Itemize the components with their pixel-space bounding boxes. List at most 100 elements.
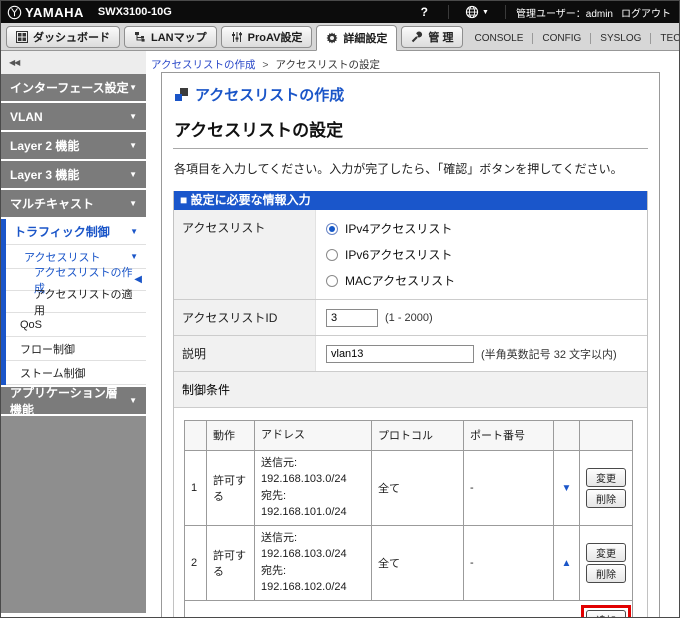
yamaha-logo-icon (7, 5, 22, 19)
sidebar-item-application-layer[interactable]: アプリケーション層機能 ▼ (1, 386, 146, 417)
breadcrumb-parent-link[interactable]: アクセスリストの作成 (151, 59, 255, 71)
sidebar-item-label: ストーム制御 (20, 367, 86, 380)
access-list-id-label: アクセスリストID (174, 300, 316, 335)
sidebar-group-label: Layer 3 機能 (10, 168, 80, 182)
breadcrumb-current: アクセスリストの設定 (275, 59, 380, 71)
conditions-section-label: 制御条件 (174, 372, 647, 408)
col-move (553, 420, 580, 451)
language-selector[interactable]: ▼ (455, 5, 499, 19)
globe-icon (465, 5, 479, 19)
col-protocol: プロトコル (371, 420, 464, 451)
sidebar-group-label: インターフェース設定 (10, 81, 129, 95)
section-heading: アクセスリストの作成 (175, 84, 648, 105)
settings-form: ■ 設定に必要な情報入力 アクセスリスト IPv4アクセスリスト IPv6アクセ… (173, 191, 648, 617)
radio-label: IPv4アクセスリスト (345, 222, 453, 236)
sidebar-item-multicast[interactable]: マルチキャスト ▼ (1, 190, 146, 217)
description-row: 説明 (半角英数記号 32 文字以内) (174, 336, 647, 372)
breadcrumb-separator: > (262, 59, 269, 71)
row-address-dst: 宛先: 192.168.101.0/24 (261, 489, 347, 519)
tab-dashboard-label: ダッシュボード (33, 32, 110, 44)
col-action: 動作 (206, 420, 255, 451)
move-down-button[interactable]: ▼ (562, 483, 572, 494)
sidebar-item-label: フロー制御 (20, 343, 75, 356)
sidebar-item-interface-settings[interactable]: インターフェース設定 ▼ (1, 74, 146, 101)
tab-advanced-settings[interactable]: 詳細設定 (316, 25, 398, 51)
delete-button[interactable]: 削除 (586, 563, 626, 583)
radio-unselected-icon[interactable] (326, 248, 338, 261)
table-header-row: 動作 アドレス プロトコル ポート番号 (184, 420, 633, 451)
sidebar-traffic-control-group: トラフィック制御 ▼ アクセスリスト ▼ アクセスリストの作成 ◀ アクセスリス… (1, 219, 146, 385)
tab-management[interactable]: 管 理 (401, 26, 464, 48)
chevron-down-icon: ▼ (129, 199, 137, 208)
radio-label: IPv6アクセスリスト (345, 248, 453, 262)
radio-ipv6-access-list[interactable]: IPv6アクセスリスト (326, 246, 452, 263)
tab-proav-label: ProAV設定 (247, 32, 303, 44)
help-button[interactable]: ? (407, 5, 442, 19)
col-port: ポート番号 (463, 420, 554, 451)
row-number: 1 (184, 449, 207, 526)
logged-in-user: 管理ユーザー：admin (515, 8, 613, 20)
row-protocol: 全て (371, 524, 464, 601)
device-model: SWX3100-10G (97, 6, 172, 18)
sidebar-group-label: Layer 2 機能 (10, 139, 80, 153)
change-button[interactable]: 変更 (586, 542, 626, 562)
row-address: 送信元: 192.168.103.0/24 宛先: 192.168.102.0/… (254, 524, 372, 601)
sidebar-filler (1, 416, 146, 613)
move-up-button[interactable]: ▲ (562, 558, 572, 569)
change-button[interactable]: 変更 (586, 467, 626, 487)
row-action: 許可する (206, 449, 255, 526)
sidebar-item-vlan[interactable]: VLAN ▼ (1, 103, 146, 130)
col-address: アドレス (254, 420, 372, 451)
tab-advanced-settings-label: 詳細設定 (343, 33, 388, 45)
sidebar-item-flow-control[interactable]: フロー制御 (6, 337, 146, 361)
sidebar-group-label: マルチキャスト (10, 197, 95, 211)
sidebar-item-qos[interactable]: QoS (6, 313, 146, 337)
radio-mac-access-list[interactable]: MACアクセスリスト (326, 272, 455, 289)
tab-lanmap[interactable]: LANマップ (124, 26, 217, 48)
col-number (184, 420, 207, 451)
config-link[interactable]: CONFIG (533, 33, 590, 44)
radio-selected-icon[interactable] (326, 222, 338, 235)
chevron-down-icon: ▼ (129, 141, 137, 150)
toolbar-links: CONSOLE CONFIG SYSLOG TECHINFO (465, 33, 679, 50)
brand-text: YAMAHA (25, 4, 84, 20)
gear-icon (326, 32, 338, 44)
table-row: 2 許可する 送信元: 192.168.103.0/24 宛先: 192.168… (184, 524, 633, 601)
page-title: アクセスリストの設定 (174, 121, 344, 140)
syslog-link[interactable]: SYSLOG (591, 33, 650, 44)
sidebar-item-storm-control[interactable]: ストーム制御 (6, 361, 146, 385)
sidebar-group-label: アプリケーション層機能 (10, 385, 118, 417)
radio-unselected-icon[interactable] (326, 274, 338, 287)
top-header-bar: YAMAHA SWX3100-10G ? ▼ 管理ユーザー：admin ログアウ… (1, 1, 679, 23)
sidebar-item-access-list-apply[interactable]: アクセスリストの適用 (6, 289, 146, 317)
sidebar-nav: ◀◀ インターフェース設定 ▼ VLAN ▼ Layer 2 機能 ▼ Laye… (1, 51, 146, 617)
sidebar-collapse-button[interactable]: ◀◀ (1, 51, 146, 74)
sidebar-item-traffic-control[interactable]: トラフィック制御 ▼ (6, 219, 146, 245)
radio-ipv4-access-list[interactable]: IPv4アクセスリスト (326, 220, 452, 237)
col-actions (579, 420, 633, 451)
tab-management-label: 管 理 (428, 32, 454, 44)
row-address-src: 送信元: 192.168.103.0/24 (261, 531, 347, 561)
add-button[interactable]: 追加 (586, 609, 626, 617)
header-separator (448, 5, 450, 19)
form-section-header: ■ 設定に必要な情報入力 (174, 191, 647, 210)
wrench-icon (411, 31, 423, 43)
sidebar-item-layer3[interactable]: Layer 3 機能 ▼ (1, 161, 146, 188)
access-list-id-input[interactable] (326, 308, 378, 327)
chevron-down-icon: ▼ (482, 8, 489, 16)
page-section-icon (175, 88, 188, 101)
instructions-text: 各項目を入力してください。入力が完了したら、「確認」ボタンを押してください。 (174, 162, 623, 176)
delete-button[interactable]: 削除 (586, 488, 626, 508)
chevron-down-icon: ▼ (129, 83, 137, 92)
collapse-icon: ◀◀ (9, 58, 20, 67)
row-address: 送信元: 192.168.103.0/24 宛先: 192.168.101.0/… (254, 449, 372, 526)
tab-dashboard[interactable]: ダッシュボード (6, 26, 120, 48)
logout-button[interactable]: ログアウト (621, 5, 671, 20)
sidebar-item-layer2[interactable]: Layer 2 機能 ▼ (1, 132, 146, 159)
techinfo-link[interactable]: TECHINFO (651, 33, 679, 44)
console-link[interactable]: CONSOLE (465, 33, 532, 44)
section-title: アクセスリストの作成 (195, 87, 345, 104)
divider (173, 148, 648, 149)
tab-proav[interactable]: ProAV設定 (220, 26, 313, 48)
description-input[interactable] (326, 344, 474, 363)
